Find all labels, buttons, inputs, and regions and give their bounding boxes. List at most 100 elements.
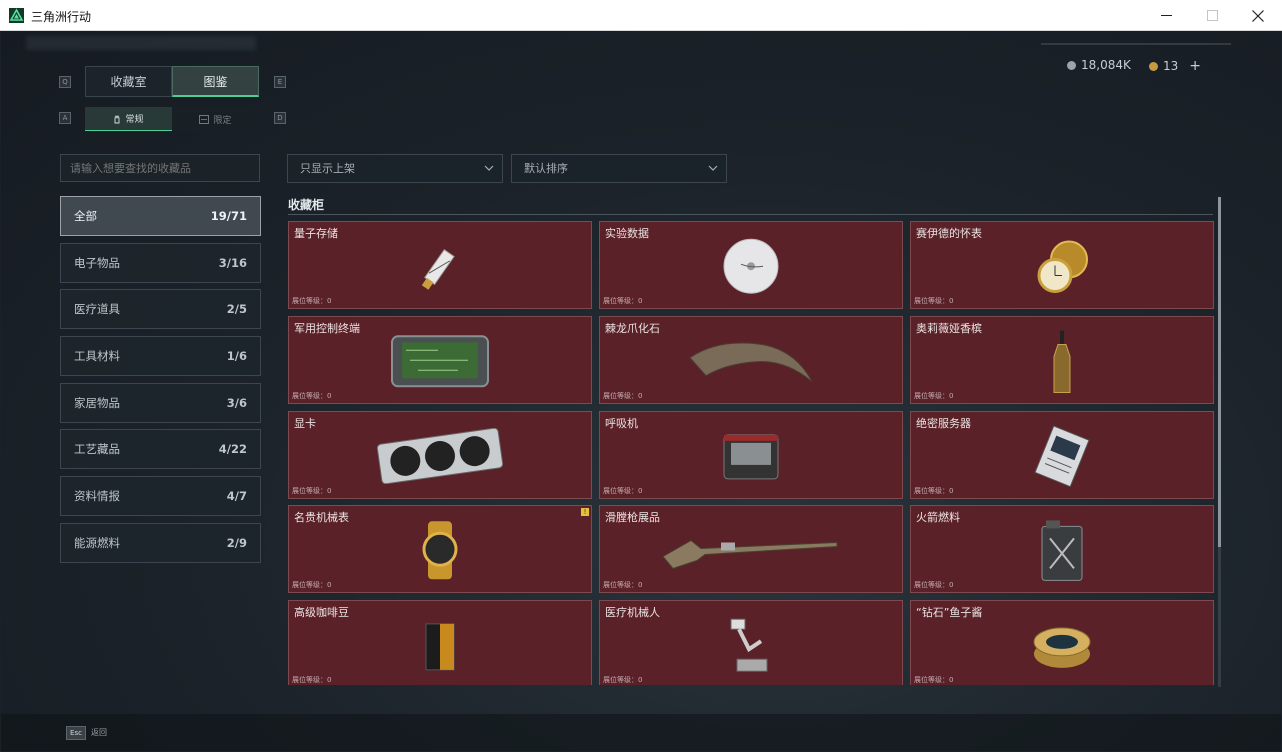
sort-dropdown[interactable]: 默认排序 [511,154,727,183]
maximize-icon [1206,10,1218,21]
back-label[interactable]: 返回 [91,727,107,738]
category-count: 1/6 [226,349,247,364]
category-tools[interactable]: 工具材料 1/6 [60,336,261,377]
maximize-button[interactable] [1189,0,1235,31]
item-card[interactable]: 绝密服务器 展位等级：0 [910,411,1214,499]
tab-collection-room[interactable]: 收藏室 [85,66,172,97]
item-card[interactable]: 军用控制终端 展位等级：0 [288,316,592,404]
item-level: 展位等级：0 [292,487,332,495]
card-icon [199,114,210,124]
item-card[interactable]: 火箭燃料 展位等级：0 [910,505,1214,593]
category-electronics[interactable]: 电子物品 3/16 [60,242,261,283]
blurred-header-text [26,36,256,50]
currency-coins: 18,084K [1067,58,1131,72]
item-level: 展位等级：0 [603,392,643,400]
close-button[interactable] [1235,0,1281,31]
tab-catalog[interactable]: 图鉴 [172,66,259,97]
app-logo-icon [9,8,24,23]
category-list: 全部 19/71 电子物品 3/16 医疗道具 2/5 工具材料 1/6 家居物… [60,196,261,570]
item-name: 高级咖啡豆 [294,606,349,619]
token-icon [1149,61,1158,71]
item-card[interactable]: 实验数据 展位等级：0 [599,221,903,309]
collection-grid: 量子存储 展位等级：0 实验数据 展位等级：0 赛伊德的怀表 展位等级：0 军用… [288,221,1214,685]
ventilator-icon [720,429,782,487]
item-card[interactable]: 奥莉薇娅香槟 展位等级：0 [910,316,1214,404]
key-hint-d: D [274,112,286,124]
category-crafts[interactable]: 工艺藏品 4/22 [60,429,261,470]
category-energy[interactable]: 能源燃料 2/9 [60,522,261,563]
chevron-down-icon [484,165,494,171]
champagne-bottle-icon [1050,329,1074,399]
item-name: 奥莉薇娅香槟 [916,322,982,335]
item-name: 赛伊德的怀表 [916,227,982,240]
item-name: 名贵机械表 [294,511,349,524]
control-terminal-icon [388,330,492,396]
item-level: 展位等级：0 [914,581,954,589]
section-title: 收藏柜 [288,198,325,212]
item-level: 展位等级：0 [914,392,954,400]
item-level: 展位等级：0 [603,581,643,589]
category-all[interactable]: 全部 19/71 [60,196,261,236]
item-name: 火箭燃料 [916,511,960,524]
item-name: 绝密服务器 [916,417,971,430]
display-filter-dropdown[interactable]: 只显示上架 [287,154,503,183]
item-level: 展位等级：0 [292,581,332,589]
category-label: 资料情报 [74,489,120,504]
category-count: 3/16 [218,255,247,270]
usb-drive-icon [410,236,470,300]
item-name: 军用控制终端 [294,322,360,335]
item-card[interactable]: 滑膛枪展品 展位等级：0 [599,505,903,593]
key-hint-q: Q [59,76,71,88]
subtab-regular[interactable]: 常规 [85,107,172,131]
key-hint-a: A [59,112,71,124]
server-icon [1029,425,1095,491]
item-card[interactable]: 高级咖啡豆 展位等级：0 [288,600,592,685]
minimize-button[interactable] [1143,0,1189,31]
caviar-tin-icon [1032,618,1092,676]
item-card[interactable]: 呼吸机 展位等级：0 [599,411,903,499]
search-input[interactable] [60,154,260,182]
sub-tabs: 常规 限定 [85,107,259,131]
sort-value: 默认排序 [524,162,568,175]
bottom-bar [1,714,1281,751]
musket-icon [661,527,841,577]
decorative-line [1041,43,1231,45]
category-intel[interactable]: 资料情报 4/7 [60,476,261,517]
category-medical[interactable]: 医疗道具 2/5 [60,289,261,330]
section-divider [288,214,1213,215]
item-level: 展位等级：0 [603,487,643,495]
item-level: 展位等级：0 [914,487,954,495]
item-card[interactable]: 量子存储 展位等级：0 [288,221,592,309]
key-hint-e: E [274,76,286,88]
item-card[interactable]: 显卡 展位等级：0 [288,411,592,499]
item-card[interactable]: “钻石”鱼子酱 展位等级：0 [910,600,1214,685]
scrollbar-thumb[interactable] [1218,197,1221,547]
item-card[interactable]: 名贵机械表 ! 展位等级：0 [288,505,592,593]
close-icon [1252,9,1264,22]
item-name: 量子存储 [294,227,338,240]
medical-robot-icon [725,615,777,679]
category-household[interactable]: 家居物品 3/6 [60,382,261,423]
esc-key-hint[interactable]: Esc [66,726,86,740]
item-card[interactable]: 赛伊德的怀表 展位等级：0 [910,221,1214,309]
add-currency-button[interactable]: + [1189,58,1201,74]
window-title: 三角洲行动 [31,10,92,24]
item-card[interactable]: 医疗机械人 展位等级：0 [599,600,903,685]
subtab-limited-label: 限定 [213,115,232,126]
item-name: 实验数据 [605,227,649,240]
item-level: 展位等级：0 [292,297,332,305]
currency-tokens: 13 + [1149,58,1201,74]
item-level: 展位等级：0 [603,297,643,305]
category-label: 医疗道具 [74,302,120,317]
main-tabs: 收藏室 图鉴 [85,66,259,97]
item-name: 医疗机械人 [605,606,660,619]
category-label: 家居物品 [74,395,120,410]
category-label: 电子物品 [74,255,120,270]
disc-icon [721,236,781,300]
item-name: “钻石”鱼子酱 [916,606,983,619]
subtab-limited[interactable]: 限定 [172,107,259,131]
minimize-icon [1160,15,1172,16]
claw-fossil-icon [686,336,816,390]
item-card[interactable]: 棘龙爪化石 展位等级：0 [599,316,903,404]
window-titlebar: 三角洲行动 [0,0,1282,31]
